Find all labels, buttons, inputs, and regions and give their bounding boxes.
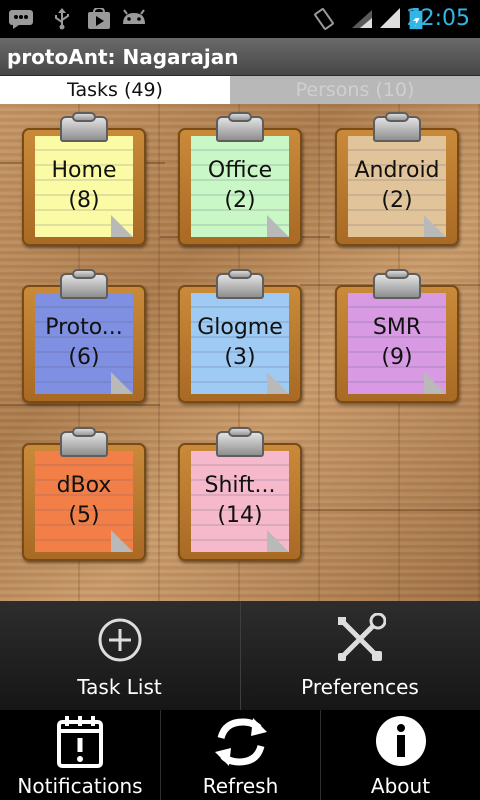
clipboard-name: Shift... bbox=[204, 473, 276, 498]
tab-bar: Tasks (49) Persons (10) bbox=[0, 76, 480, 104]
clipboard-count: (2) bbox=[224, 188, 256, 213]
usb-icon bbox=[55, 8, 69, 30]
refresh-icon bbox=[214, 718, 267, 766]
play-store-icon bbox=[88, 8, 110, 29]
task-list-button[interactable]: Task List bbox=[0, 601, 239, 710]
clipboard-name: Glogme bbox=[197, 315, 283, 340]
clipboard-count: (6) bbox=[68, 345, 100, 370]
clipboard-count: (8) bbox=[68, 188, 100, 213]
refresh-button[interactable]: Refresh bbox=[160, 710, 320, 800]
status-bar: 22:05 bbox=[0, 0, 480, 38]
clipboard-name: Home bbox=[51, 158, 117, 183]
clipboard-office[interactable]: Office (2) bbox=[178, 112, 302, 246]
tools-icon bbox=[338, 613, 386, 661]
task-list-label: Task List bbox=[77, 675, 162, 699]
clipboard-proto[interactable]: Proto... (6) bbox=[22, 269, 146, 403]
clock: 22:05 bbox=[406, 6, 470, 31]
android-debug-icon bbox=[123, 9, 145, 24]
screen-rotate-icon bbox=[314, 8, 334, 30]
clipboard-name: dBox bbox=[56, 473, 112, 498]
add-circle-icon bbox=[98, 618, 141, 662]
clipboard-name: Proto... bbox=[45, 315, 123, 340]
message-icon bbox=[9, 10, 33, 29]
clipboard-count: (3) bbox=[224, 345, 256, 370]
clipboard-name: Office bbox=[207, 158, 273, 183]
app-title: protoAnt: Nagarajan bbox=[7, 45, 239, 69]
clipboard-count: (9) bbox=[381, 345, 413, 370]
notifications-label: Notifications bbox=[17, 774, 143, 798]
tab-persons[interactable]: Persons (10) bbox=[230, 76, 480, 104]
preferences-button[interactable]: Preferences bbox=[240, 601, 479, 710]
about-button[interactable]: About bbox=[320, 710, 480, 800]
clipboard-name: SMR bbox=[372, 315, 422, 340]
options-menu: Notifications Refresh About bbox=[0, 710, 480, 800]
calendar-alert-icon bbox=[57, 716, 103, 768]
clipboard-glogme[interactable]: Glogme (3) bbox=[178, 269, 302, 403]
info-icon bbox=[375, 716, 426, 766]
clipboard-name: Android bbox=[354, 158, 440, 183]
notifications-button[interactable]: Notifications bbox=[0, 710, 160, 800]
cell-signal-icon bbox=[380, 8, 400, 28]
clipboard-shift[interactable]: Shift... (14) bbox=[178, 427, 302, 561]
clipboard-dbox[interactable]: dBox (5) bbox=[22, 427, 146, 561]
action-bar: Task List Preferences bbox=[0, 601, 480, 710]
about-label: About bbox=[370, 774, 431, 798]
tab-tasks[interactable]: Tasks (49) bbox=[0, 76, 230, 104]
wifi-signal-icon bbox=[352, 10, 372, 28]
clipboard-smr[interactable]: SMR (9) bbox=[335, 269, 459, 403]
clipboard-count: (14) bbox=[217, 503, 263, 528]
clipboard-home[interactable]: Home (8) bbox=[22, 112, 146, 246]
app-title-bar: protoAnt: Nagarajan bbox=[0, 38, 480, 76]
clipboard-android[interactable]: Android (2) bbox=[335, 112, 459, 246]
preferences-label: Preferences bbox=[301, 675, 419, 699]
clipboard-count: (5) bbox=[68, 503, 100, 528]
clipboard-count: (2) bbox=[381, 188, 413, 213]
refresh-label: Refresh bbox=[202, 774, 279, 798]
